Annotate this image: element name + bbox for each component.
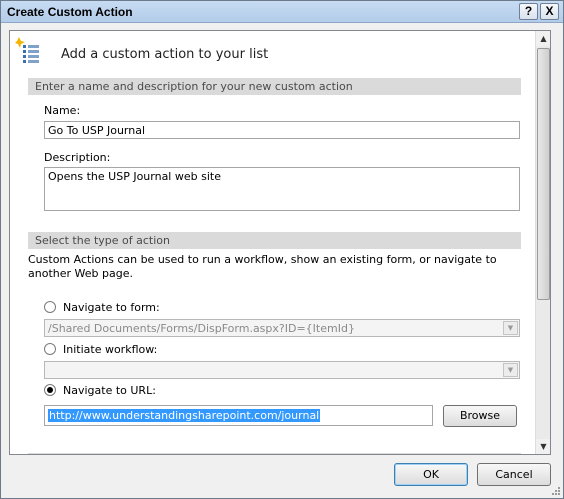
url-input-value: http://www.understandingsharepoint.com/j… <box>48 409 321 422</box>
workflow-select[interactable]: ▼ <box>44 361 520 379</box>
cancel-button[interactable]: Cancel <box>477 463 551 486</box>
window-title: Create Custom Action <box>7 5 133 19</box>
scrollbar-thumb[interactable] <box>537 48 550 300</box>
browse-button[interactable]: Browse <box>443 405 517 427</box>
name-label: Name: <box>44 104 81 117</box>
radio-selected-dot <box>47 387 53 393</box>
description-input[interactable]: Opens the USP Journal web site <box>44 167 520 211</box>
action-type-description: Custom Actions can be used to run a work… <box>28 253 497 280</box>
ok-button[interactable]: OK <box>394 463 468 486</box>
create-custom-action-dialog: Create Custom Action ? X Add a custom ac… <box>0 0 564 499</box>
close-button[interactable]: X <box>540 3 559 20</box>
section-header-action-type: Select the type of action <box>28 232 521 249</box>
chevron-down-icon[interactable]: ▼ <box>503 321 518 335</box>
section-header-name: Enter a name and description for your ne… <box>28 78 521 95</box>
navigate-to-url-radio[interactable] <box>44 384 56 396</box>
initiate-workflow-label: Initiate workflow: <box>63 343 158 356</box>
form-select[interactable]: /Shared Documents/Forms/DispForm.aspx?ID… <box>44 319 520 337</box>
title-bar[interactable]: Create Custom Action ? X <box>1 1 563 23</box>
initiate-workflow-radio[interactable] <box>44 343 56 355</box>
description-label: Description: <box>44 151 111 164</box>
vertical-scrollbar[interactable]: ▲ ▼ <box>535 31 550 454</box>
advanced-section-header-partial <box>28 453 521 454</box>
chevron-down-icon[interactable]: ▼ <box>503 363 518 377</box>
scroll-down-icon[interactable]: ▼ <box>536 439 550 454</box>
form-select-value: /Shared Documents/Forms/DispForm.aspx?ID… <box>48 322 355 335</box>
name-input[interactable]: Go To USP Journal <box>44 121 520 139</box>
navigate-to-form-label: Navigate to form: <box>63 301 160 314</box>
url-input[interactable]: http://www.understandingsharepoint.com/j… <box>44 405 433 426</box>
navigate-to-form-radio[interactable] <box>44 301 56 313</box>
resize-grip-icon[interactable] <box>551 486 561 496</box>
scroll-up-icon[interactable]: ▲ <box>536 31 550 46</box>
page-title: Add a custom action to your list <box>61 47 269 62</box>
scroll-pane: Add a custom action to your list Enter a… <box>10 31 535 454</box>
custom-action-list-icon <box>15 37 41 65</box>
navigate-to-url-label: Navigate to URL: <box>63 384 156 397</box>
help-button[interactable]: ? <box>519 3 538 20</box>
content-panel: Add a custom action to your list Enter a… <box>9 30 551 455</box>
